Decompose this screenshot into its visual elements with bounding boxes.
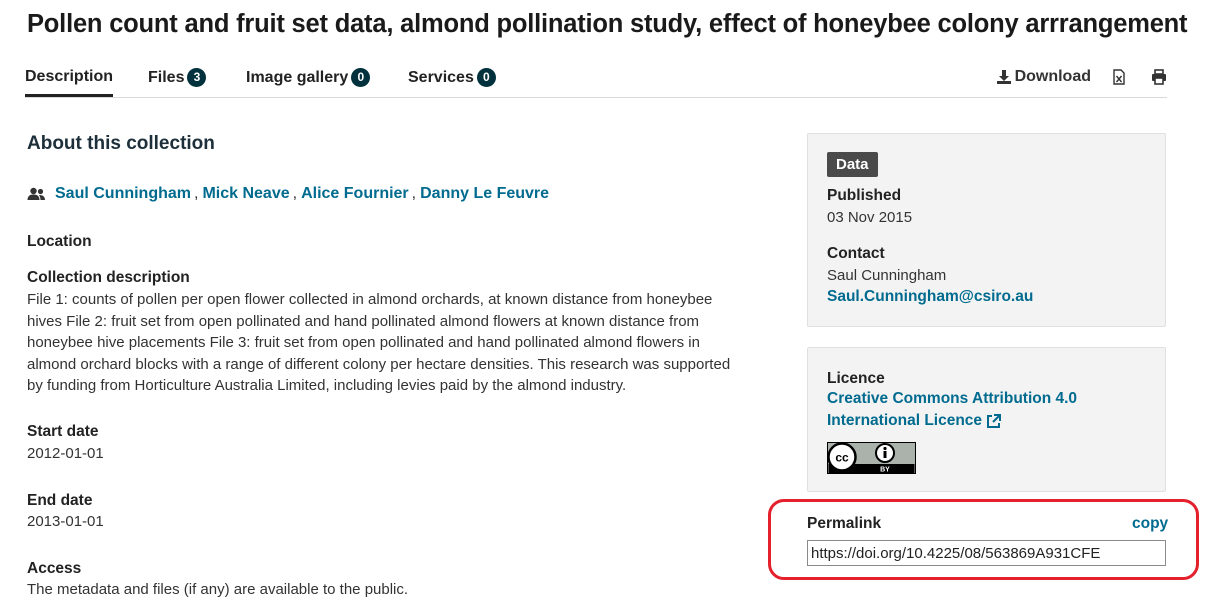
author-separator: , [411,185,417,202]
description-line: hives File 2: fruit set from open pollin… [27,312,700,330]
print-button[interactable] [1151,69,1167,85]
start-date-label: Start date [27,423,99,440]
tab-count-badge: 0 [351,68,371,87]
tab-description[interactable]: Description [25,68,114,97]
copy-permalink-button[interactable]: copy [1132,515,1168,533]
licence-card: Licence Creative Commons Attribution 4.0… [807,347,1166,492]
tab-count-badge: 0 [476,68,496,87]
download-label: Download [1014,68,1091,85]
end-date-label: End date [27,492,93,509]
svg-text:cc: cc [835,451,849,465]
access-text: The metadata and files (if any) are avai… [27,581,409,598]
licence-link-line-2: International Licence [827,410,1127,432]
export-excel-button[interactable] [1113,69,1125,85]
published-value: 03 Nov 2015 [827,209,913,226]
tab-image-gallery[interactable]: Image gallery 0 [246,68,371,87]
tab-label: Services [408,69,474,86]
access-label: Access [27,560,82,577]
description-text: File 1: counts of pollen per open flower… [27,289,787,397]
contact-label: Contact [827,245,885,262]
author-separator: , [292,185,298,202]
location-label: Location [27,233,92,250]
licence-link-line: Creative Commons Attribution 4.0 [827,390,1078,407]
tab-label: Files [148,69,185,86]
published-label: Published [827,187,902,204]
description-label: Collection description [27,269,190,286]
permalink-input[interactable] [807,540,1166,566]
permalink-label: Permalink [807,515,882,532]
download-icon [996,70,1011,84]
description-line: File 1: counts of pollen per open flower… [27,291,713,308]
author-link[interactable]: Danny Le Feuvre [420,185,549,203]
licence-label: Licence [827,370,885,387]
description-line: honeybee hive placements File 3: fruit s… [27,334,700,351]
cc-by-text: BY [880,467,890,474]
licence-link[interactable]: Creative Commons Attribution 4.0 Interna… [827,388,1127,432]
external-link-icon [987,413,1002,428]
description-line: almond orchard blocks with a range of di… [27,355,731,373]
contact-email-link[interactable]: Saul.Cunningham@csiro.au [827,286,1033,308]
end-date-value: 2013-01-01 [27,513,104,530]
people-icon [27,187,45,200]
author-separator: , [194,185,199,202]
tab-label: Image gallery [246,69,349,86]
author-link[interactable]: Mick Neave [202,185,289,203]
contact-name: Saul Cunningham [827,267,947,284]
section-title: About this collection [27,133,215,154]
tab-count-badge: 3 [187,68,207,87]
download-button[interactable]: Download [996,68,1091,86]
tab-label: Description [25,68,114,85]
metadata-card: Data Published 03 Nov 2015 Contact Saul … [807,133,1166,327]
print-icon [1152,69,1166,85]
author-link[interactable]: Saul Cunningham [55,185,191,203]
licence-link-line: International Licence [827,412,983,429]
start-date-value: 2012-01-01 [27,445,104,462]
author-link[interactable]: Alice Fournier [301,185,409,203]
toolbar: Download [996,68,1167,86]
description-line: by funding from Horticulture Australia L… [27,377,627,394]
authors-list: Saul Cunningham, Mick Neave, Alice Fourn… [27,185,549,203]
excel-file-icon [1113,69,1125,85]
page-title: Pollen count and fruit set data, almond … [27,10,1188,38]
type-tag: Data [827,152,878,177]
tab-services[interactable]: Services 0 [408,68,496,87]
cc-by-badge[interactable]: cc BY [827,442,916,474]
tab-files[interactable]: Files 3 [148,68,207,87]
